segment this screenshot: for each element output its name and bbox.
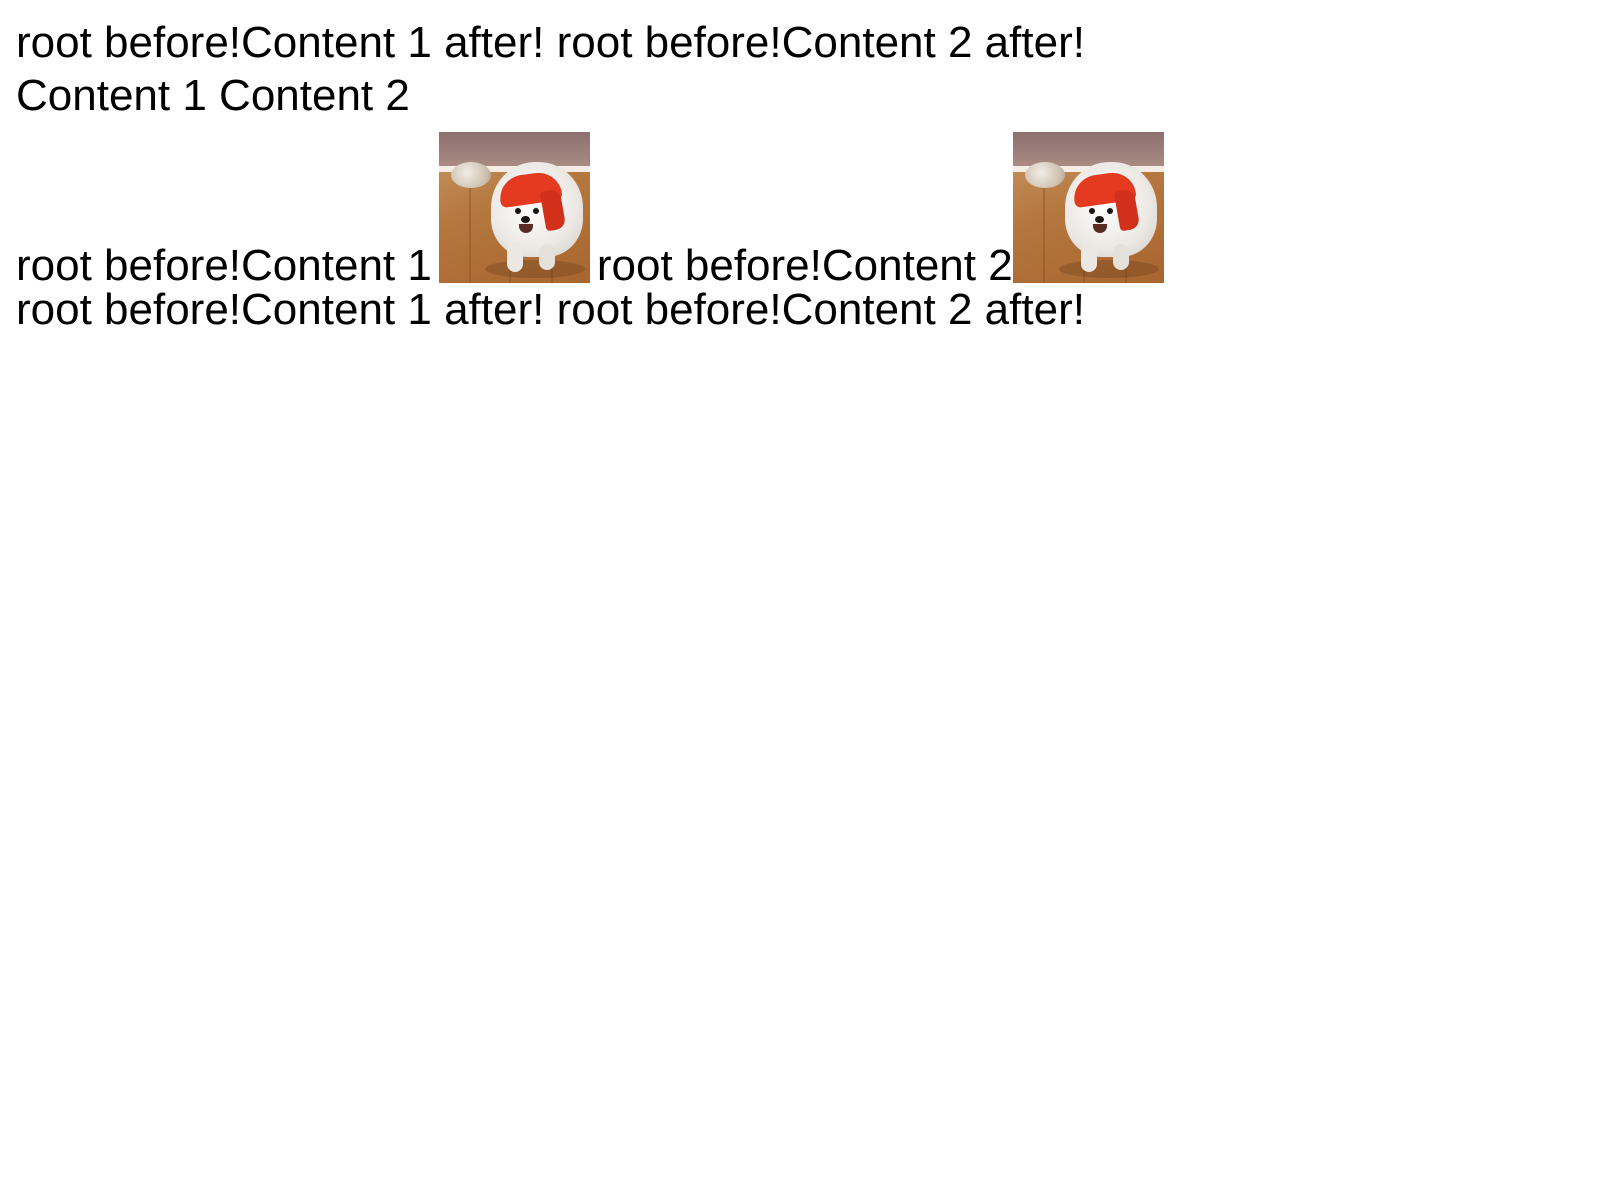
after-text: after! [444, 18, 545, 67]
document-body: root before!Content 1 after! root before… [0, 0, 1600, 336]
root-before-text: root before! [556, 18, 782, 67]
content-text: Content 1 [16, 71, 207, 120]
root-before-text: root before! [16, 241, 242, 290]
line-4: root before!Content 1 after! root before… [16, 283, 1600, 336]
content-text: Content 1 [241, 18, 432, 67]
after-text: after! [444, 285, 545, 334]
content-text: Content 2 [219, 71, 410, 120]
after-text: after! [984, 18, 1085, 67]
content-text: Content 1 [241, 241, 432, 290]
line-1: root before!Content 1 after! root before… [16, 16, 1600, 69]
root-before-text: root before! [556, 285, 782, 334]
dog-photo-image [438, 132, 590, 283]
dog-photo-image [1012, 132, 1164, 283]
root-before-text: root before! [16, 18, 242, 67]
content-text: Content 2 [781, 18, 973, 67]
content-text: Content 2 [781, 285, 973, 334]
root-before-text: root before! [16, 285, 242, 334]
after-text: after! [984, 285, 1085, 334]
line-2: Content 1 Content 2 [16, 69, 1600, 122]
content-text: Content 2 [821, 241, 1013, 290]
line-3: root before! Content 1 root before! Conten… [16, 122, 1600, 290]
root-before-text: root before! [596, 241, 822, 290]
content-text: Content 1 [241, 285, 432, 334]
